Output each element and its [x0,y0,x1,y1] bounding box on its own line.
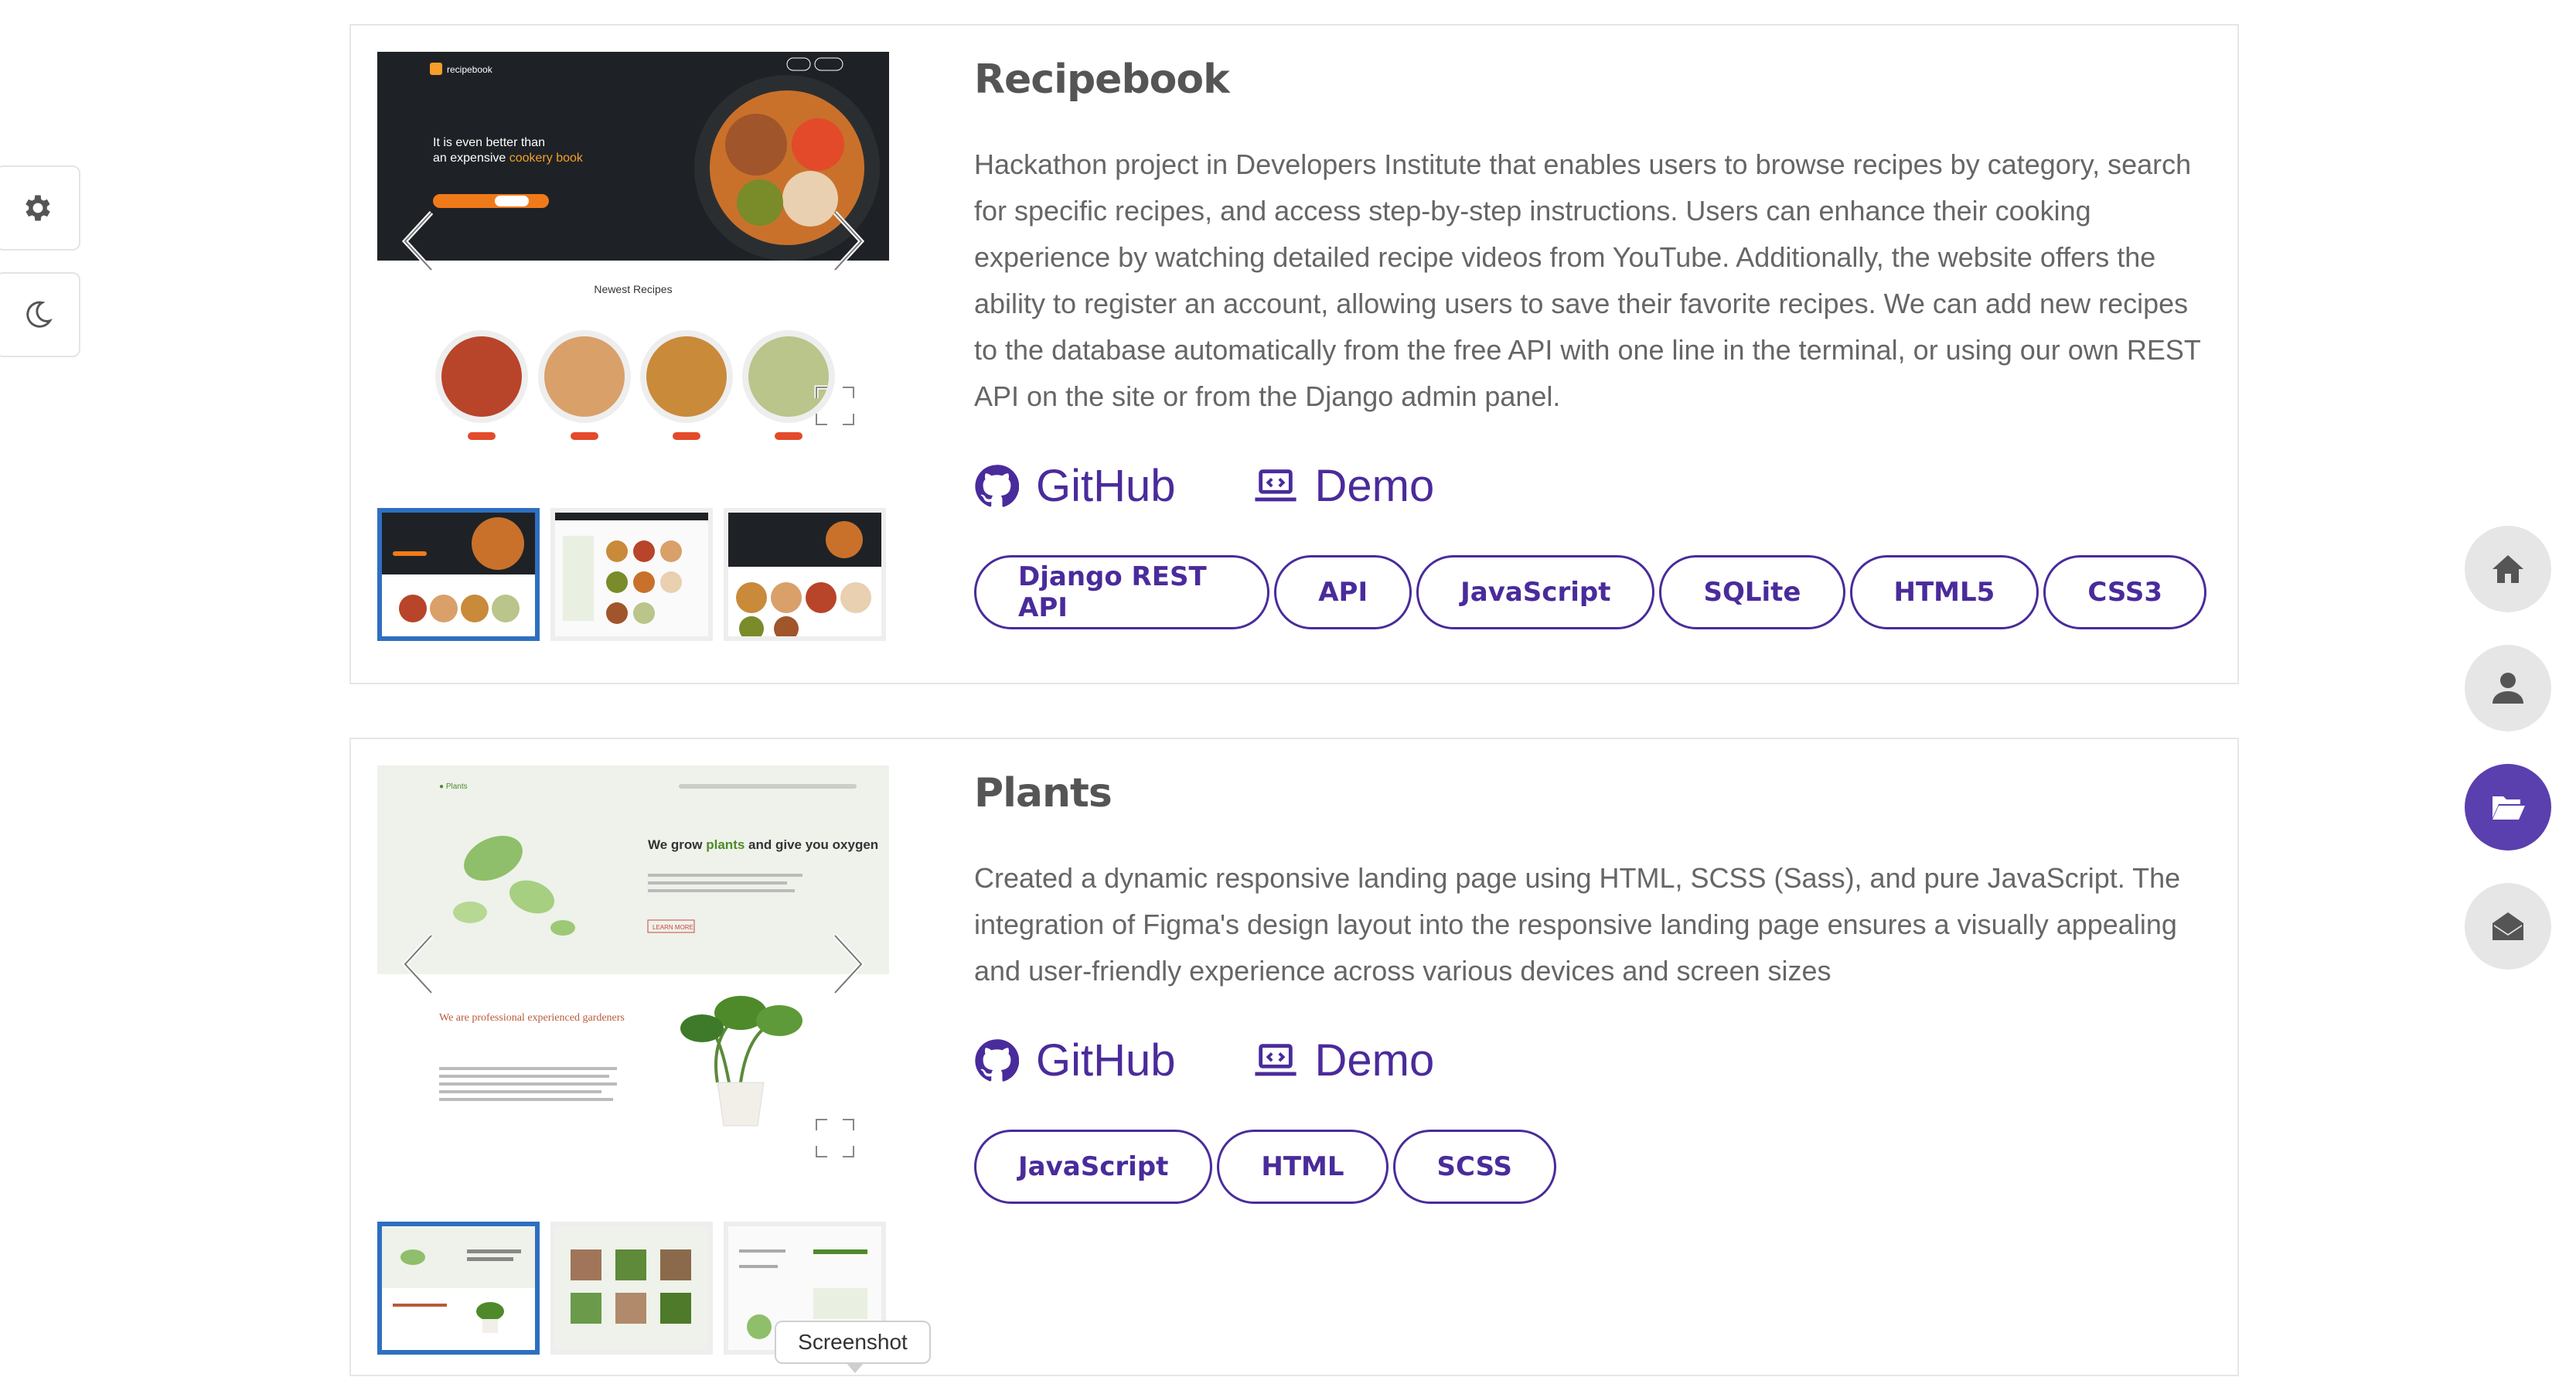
dark-mode-button[interactable] [0,272,80,357]
tech-tags: JavaScript HTML SCSS [974,1130,2206,1204]
svg-text:● Plants: ● Plants [439,782,468,791]
main-screenshot[interactable]: recipebook It is even better than an exp… [377,52,889,454]
image-gallery: ● Plants We grow plants and give you oxy… [377,765,889,1355]
tag[interactable]: CSS3 [2043,555,2206,629]
chevron-right-icon [833,933,865,995]
github-link-label: GitHub [1036,461,1176,511]
recipebook-preview-image: recipebook It is even better than an exp… [377,52,889,454]
thumbnail-image [382,1226,535,1350]
github-link[interactable]: GitHub [974,460,1176,512]
project-description: Hackathon project in Developers Institut… [974,148,2201,412]
nav-about-button[interactable] [2465,645,2551,731]
project-links: GitHub Demo [974,460,2206,512]
fullscreen-button[interactable] [813,1116,857,1160]
plants-preview-image: ● Plants We grow plants and give you oxy… [377,765,889,1186]
chevron-left-icon [401,210,434,272]
tag[interactable]: JavaScript [1416,555,1655,629]
expand-icon [814,1117,856,1159]
user-icon [2493,673,2523,704]
thumbnail-2[interactable] [550,1222,713,1355]
project-links: GitHub Demo [974,1035,2206,1086]
thumbnail-image [728,513,881,636]
github-icon [975,464,1019,507]
github-link[interactable]: GitHub [974,1035,1176,1086]
tag[interactable]: SCSS [1392,1130,1557,1204]
demo-link[interactable]: Demo [1253,460,1435,512]
project-details: Plants Created a dynamic responsive land… [974,770,2206,1204]
preview-hero-accent: cookery book [509,152,584,165]
github-icon [975,1038,1019,1082]
preview-hero-accent: plants [706,837,745,852]
thumbnail-1[interactable] [377,508,540,641]
next-image-button[interactable] [824,206,871,276]
chevron-right-icon [833,210,865,272]
tag[interactable]: Django REST API [974,555,1270,629]
image-gallery: recipebook It is even better than an exp… [377,52,889,641]
project-title: Recipebook [974,56,1230,103]
gear-icon [26,195,50,221]
preview-section: Newest Recipes [594,283,672,295]
demo-link[interactable]: Demo [1253,1035,1435,1086]
thumbnail-2[interactable] [550,508,713,641]
laptop-code-icon [1254,1043,1297,1075]
tag[interactable]: HTML [1217,1130,1389,1204]
previous-image-button[interactable] [396,206,442,276]
next-image-button[interactable] [824,929,871,999]
project-details: Recipebook Hackathon project in Develope… [974,56,2206,629]
demo-link-label: Demo [1314,461,1435,511]
project-card-plants: ● Plants We grow plants and give you oxy… [349,738,2239,1376]
tech-tags: Django REST API API JavaScript SQLite HT… [974,555,2206,629]
thumbnail-image [555,1226,708,1350]
previous-image-button[interactable] [396,929,442,999]
laptop-code-icon [1254,469,1297,501]
preview-hero-suffix: and give you oxygen [745,837,878,852]
home-icon [2493,555,2523,583]
preview-cta: LEARN MORE [653,924,693,931]
moon-icon [26,301,53,328]
preview-hero-line2: an expensive [433,152,509,165]
preview-section: We are professional experienced gardener… [439,1012,625,1024]
tag[interactable]: SQLite [1659,555,1845,629]
thumbnail-image [382,513,535,636]
preview-brand: recipebook [447,64,493,75]
settings-button[interactable] [0,165,80,251]
chevron-left-icon [401,933,434,995]
screenshot-tooltip: Screenshot [775,1321,931,1373]
nav-home-button[interactable] [2465,526,2551,612]
demo-link-label: Demo [1314,1035,1435,1086]
github-link-label: GitHub [1036,1035,1176,1086]
expand-icon [814,385,856,427]
envelope-open-icon [2493,912,2523,940]
tag[interactable]: API [1274,555,1412,629]
thumbnail-1[interactable] [377,1222,540,1355]
folder-open-icon [2493,796,2525,820]
fullscreen-button[interactable] [813,384,857,428]
preview-hero-prefix: We grow [648,837,706,852]
thumbnail-image [555,513,708,636]
project-title: Plants [974,770,1113,816]
project-card-recipebook: recipebook It is even better than an exp… [349,24,2239,684]
svg-text:an expensive cookery book: an expensive cookery book [433,152,584,165]
tag[interactable]: JavaScript [974,1130,1213,1204]
nav-projects-button[interactable] [2465,764,2551,851]
project-description: Created a dynamic responsive landing pag… [974,862,2181,987]
thumbnail-strip [377,508,886,641]
svg-text:We grow plants and give you ox: We grow plants and give you oxygen [648,837,878,852]
nav-contact-button[interactable] [2465,883,2551,970]
preview-hero-line1: It is even better than [433,136,545,149]
thumbnail-3[interactable] [724,508,886,641]
tag[interactable]: HTML5 [1849,555,2039,629]
main-screenshot[interactable]: ● Plants We grow plants and give you oxy… [377,765,889,1186]
